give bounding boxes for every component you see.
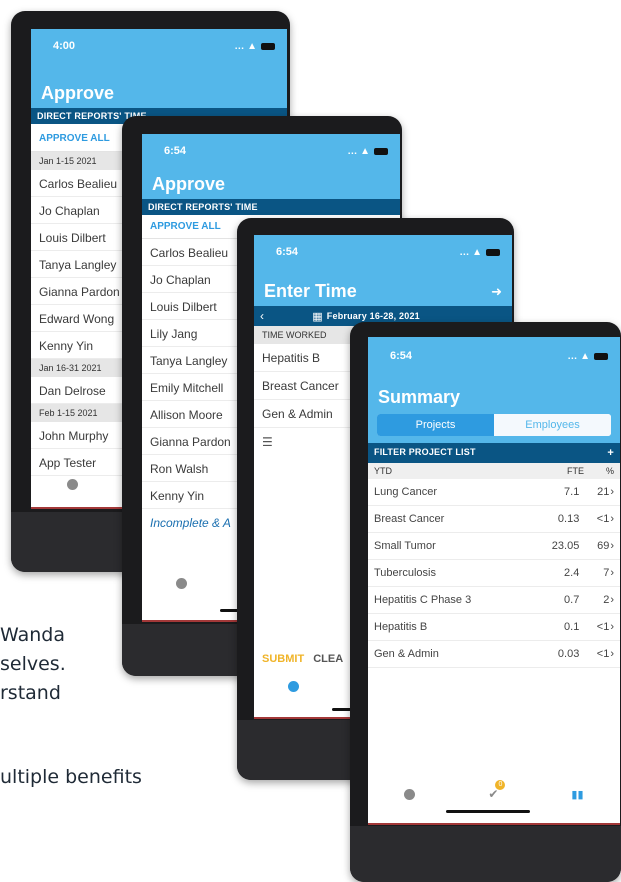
percent-value: 21 bbox=[597, 486, 610, 498]
action-row: SUBMIT CLEA bbox=[262, 653, 343, 665]
background-text: Wanda bbox=[0, 624, 65, 646]
submit-button[interactable]: SUBMIT bbox=[262, 653, 304, 665]
col-pct: % bbox=[605, 466, 614, 476]
chevron-left-icon[interactable]: ‹ bbox=[260, 309, 264, 323]
page-title: Summary bbox=[378, 387, 461, 407]
calendar-icon[interactable]: ▦ bbox=[312, 310, 323, 323]
fte-value: 2.4 bbox=[564, 567, 580, 579]
project-name: Breast Cancer bbox=[374, 513, 445, 525]
chevron-right-icon: › bbox=[610, 567, 614, 579]
project-name: Small Tumor bbox=[374, 540, 436, 552]
summary-row[interactable]: Gen & Admin 0.03 <1 › bbox=[368, 641, 620, 668]
project-name: Hepatitis C Phase 3 bbox=[374, 594, 472, 606]
percent-value: <1 bbox=[596, 621, 610, 633]
status-icons: … ▲ bbox=[234, 41, 275, 52]
percent-value: 69 bbox=[597, 540, 610, 552]
status-time: 4:00 bbox=[53, 40, 76, 52]
page-title: Enter Time bbox=[264, 281, 357, 301]
project-name: Gen & Admin bbox=[374, 648, 439, 660]
background-text: selves. bbox=[0, 653, 66, 675]
chevron-right-icon: › bbox=[610, 594, 614, 606]
filter-label: FILTER PROJECT LIST bbox=[374, 447, 476, 457]
status-bar: 6:54 … ▲ bbox=[142, 134, 400, 168]
background-text: rstand bbox=[0, 682, 61, 704]
home-indicator bbox=[446, 810, 530, 813]
chevron-right-icon: › bbox=[610, 621, 614, 633]
percent-value: <1 bbox=[596, 513, 610, 525]
clock-icon[interactable] bbox=[288, 680, 299, 692]
tab-projects[interactable]: Projects bbox=[377, 414, 494, 436]
status-icons: … ▲ bbox=[459, 247, 500, 258]
summary-row[interactable]: Tuberculosis 2.4 7 › bbox=[368, 560, 620, 587]
summary-row[interactable]: Breast Cancer 0.13 <1 › bbox=[368, 506, 620, 533]
segmented-control: Projects Employees bbox=[377, 414, 611, 436]
tab-employees[interactable]: Employees bbox=[494, 414, 611, 436]
col-ytd: YTD bbox=[374, 466, 392, 476]
status-bar: 4:00 … ▲ bbox=[31, 29, 287, 63]
summary-chart-icon[interactable]: ▮▮ bbox=[571, 788, 583, 801]
battery-icon bbox=[594, 352, 608, 360]
header: 4:00 … ▲ Approve bbox=[31, 29, 287, 108]
summary-row[interactable]: Hepatitis B 0.1 <1 › bbox=[368, 614, 620, 641]
status-time: 6:54 bbox=[164, 145, 187, 157]
date-range[interactable]: February 16-28, 2021 bbox=[327, 311, 420, 321]
page-title: Approve bbox=[41, 83, 115, 103]
filter-bar[interactable]: FILTER PROJECT LIST + bbox=[368, 443, 620, 463]
summary-row[interactable]: Small Tumor 23.05 69 › bbox=[368, 533, 620, 560]
chevron-right-icon: › bbox=[610, 648, 614, 660]
project-name: Lung Cancer bbox=[374, 486, 437, 498]
status-bar: 6:54 … ▲ bbox=[254, 235, 512, 269]
battery-icon bbox=[374, 147, 388, 155]
project-name: Tuberculosis bbox=[374, 567, 436, 579]
tab-bar: ✔ 0 ▮▮ bbox=[368, 779, 620, 809]
chevron-right-icon: › bbox=[610, 513, 614, 525]
clock-icon[interactable] bbox=[404, 788, 416, 800]
plus-icon[interactable]: + bbox=[607, 447, 614, 459]
wifi-icon: … ▲ bbox=[459, 246, 482, 258]
summary-row[interactable]: Hepatitis C Phase 3 0.7 2 › bbox=[368, 587, 620, 614]
percent-value: 2 bbox=[603, 594, 610, 606]
fte-value: 0.1 bbox=[564, 621, 580, 633]
background-text: ultiple benefits bbox=[0, 766, 142, 788]
page-title: Approve bbox=[152, 174, 226, 194]
summary-row[interactable]: Lung Cancer 7.1 21 › bbox=[368, 479, 620, 506]
section-bar: DIRECT REPORTS' TIME bbox=[142, 199, 400, 215]
chevron-right-icon: › bbox=[610, 486, 614, 498]
title-row: Enter Time ➜ bbox=[254, 269, 512, 306]
status-time: 6:54 bbox=[276, 246, 299, 258]
header: 6:54 … ▲ Enter Time ➜ bbox=[254, 235, 512, 306]
logout-icon[interactable]: ➜ bbox=[491, 284, 502, 300]
wifi-icon: … ▲ bbox=[347, 145, 370, 157]
summary-list: Lung Cancer 7.1 21 › Breast Cancer 0.13 <1 › Sma… bbox=[368, 479, 620, 668]
status-icons: … ▲ bbox=[347, 146, 388, 157]
summary-screen: 6:54 … ▲ Summary Projects Employees FILT… bbox=[368, 337, 620, 825]
phone-summary: 6:54 … ▲ Summary Projects Employees FILT… bbox=[350, 322, 621, 882]
battery-icon bbox=[486, 248, 500, 256]
approve-check-icon[interactable]: ✔ 0 bbox=[488, 780, 506, 801]
status-bar: 6:54 … ▲ bbox=[368, 337, 620, 371]
fte-value: 0.13 bbox=[557, 513, 580, 525]
approve-badge: 0 bbox=[495, 780, 506, 790]
fte-value: 0.03 bbox=[557, 648, 580, 660]
status-time: 6:54 bbox=[390, 350, 413, 362]
fte-value: 7.1 bbox=[564, 486, 580, 498]
percent-value: <1 bbox=[596, 648, 610, 660]
battery-icon bbox=[261, 42, 275, 50]
percent-value: 7 bbox=[603, 567, 610, 579]
project-name: Hepatitis B bbox=[374, 621, 428, 633]
fte-value: 0.7 bbox=[564, 594, 580, 606]
col-fte: FTE bbox=[567, 466, 584, 476]
wifi-icon: … ▲ bbox=[567, 350, 590, 362]
status-icons: … ▲ bbox=[567, 351, 608, 362]
fte-value: 23.05 bbox=[551, 540, 580, 552]
clock-icon[interactable] bbox=[67, 478, 78, 490]
chevron-right-icon: › bbox=[610, 540, 614, 552]
header: 6:54 … ▲ Summary Projects Employees bbox=[368, 337, 620, 443]
clear-button[interactable]: CLEA bbox=[313, 653, 343, 665]
clock-icon[interactable] bbox=[176, 577, 187, 589]
wifi-icon: … ▲ bbox=[234, 40, 257, 52]
header: 6:54 … ▲ Approve bbox=[142, 134, 400, 199]
summary-header: YTD FTE % bbox=[368, 463, 620, 479]
